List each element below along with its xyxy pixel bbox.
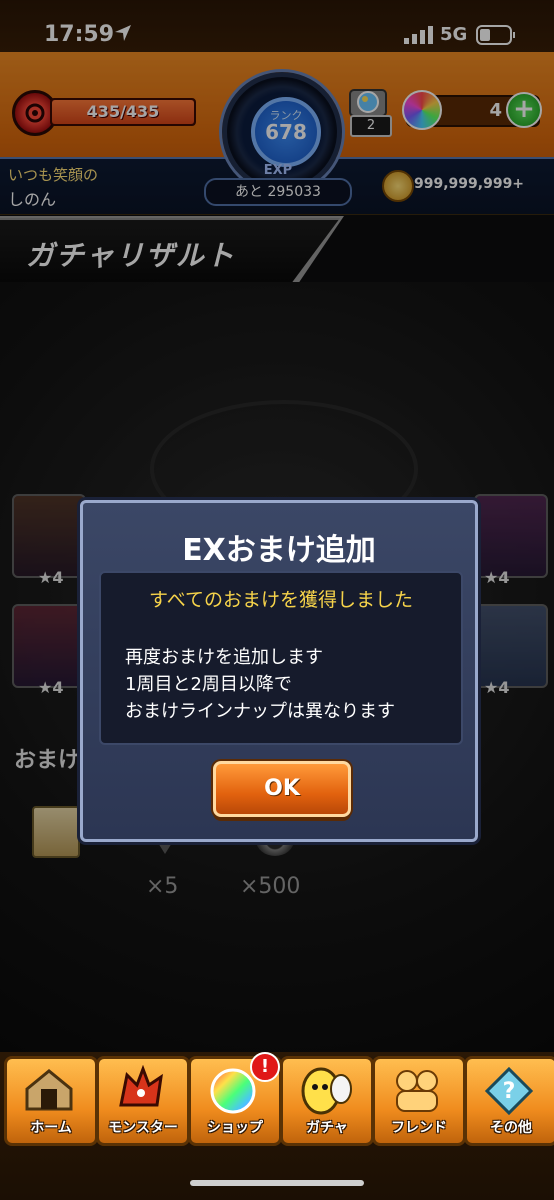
friend-icon bbox=[396, 1070, 438, 1112]
gacha-egg-icon bbox=[301, 1067, 352, 1115]
nav-label: フレンド bbox=[391, 1120, 447, 1136]
shop-notification-badge: ! bbox=[250, 1052, 280, 1082]
monster-icon bbox=[119, 1065, 163, 1107]
nav-home[interactable]: ホーム bbox=[4, 1056, 98, 1146]
ok-button[interactable]: OK bbox=[213, 761, 351, 817]
dialog-line: 再度おまけを追加します bbox=[125, 647, 323, 668]
dialog-title: EXおまけ追加 bbox=[182, 533, 376, 568]
nav-label: ガチャ bbox=[306, 1120, 348, 1136]
svg-text:?: ? bbox=[503, 1079, 516, 1104]
other-icon: ? bbox=[484, 1066, 534, 1115]
nav-gacha[interactable]: ガチャ bbox=[280, 1056, 374, 1146]
dialog-line: おまけラインナップは異なります bbox=[125, 701, 395, 722]
nav-label: その他 bbox=[490, 1120, 532, 1136]
nav-friend[interactable]: フレンド bbox=[372, 1056, 466, 1146]
ex-bonus-dialog: EXおまけ追加 すべてのおまけを獲得しました 再度おまけを追加します 1周目と2… bbox=[80, 500, 478, 842]
nav-label: ショップ bbox=[207, 1120, 263, 1136]
nav-label: モンスター bbox=[108, 1120, 178, 1136]
home-icon bbox=[25, 1069, 73, 1111]
nav-label: ホーム bbox=[30, 1120, 72, 1136]
dialog-highlight: すべてのおまけを獲得しました bbox=[149, 589, 413, 611]
nav-monster[interactable]: モンスター bbox=[96, 1056, 190, 1146]
home-indicator bbox=[190, 1180, 364, 1186]
nav-other[interactable]: ? その他 bbox=[464, 1056, 554, 1146]
dialog-message-box: すべてのおまけを獲得しました 再度おまけを追加します 1周目と2周目以降で おま… bbox=[99, 571, 463, 745]
dialog-line: 1周目と2周目以降で bbox=[125, 674, 292, 695]
